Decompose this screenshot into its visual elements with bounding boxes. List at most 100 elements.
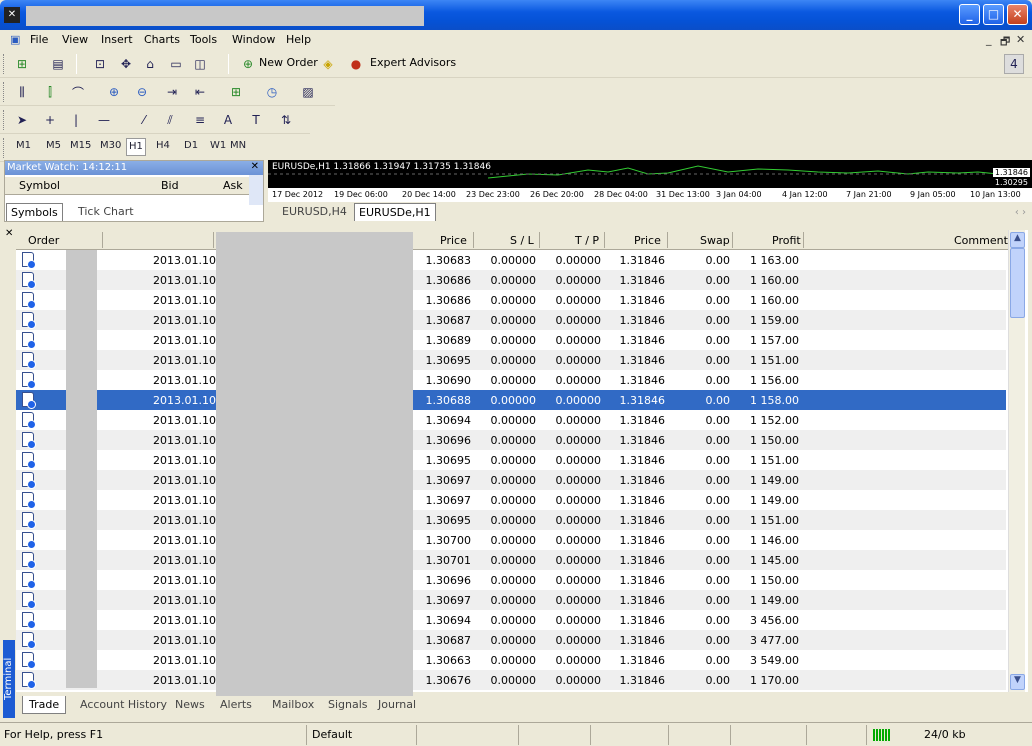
tab-trade[interactable]: Trade bbox=[22, 696, 67, 714]
line-chart-icon[interactable]: ⌒ bbox=[68, 82, 88, 102]
expert-advisors-icon[interactable]: ● bbox=[346, 54, 366, 74]
table-row[interactable]: 2013.01.10 1.30696 0.00000 0.00000 1.31846 0.… bbox=[16, 430, 1006, 450]
app-icon[interactable]: ✕ bbox=[4, 7, 20, 23]
text-tool-icon[interactable]: A bbox=[218, 110, 238, 130]
data-window-icon[interactable]: ✥ bbox=[116, 54, 136, 74]
col-ask[interactable]: Ask bbox=[223, 179, 243, 192]
tab-symbols[interactable]: Symbols bbox=[6, 203, 63, 221]
strategy-tester-icon[interactable]: ◫ bbox=[190, 54, 210, 74]
expert-advisors-button[interactable]: Expert Advisors bbox=[370, 56, 456, 69]
cursor-icon[interactable]: ➤ bbox=[12, 110, 32, 130]
timeframe-h1[interactable]: H1 bbox=[126, 138, 146, 156]
menu-view[interactable]: View bbox=[62, 33, 88, 46]
table-row[interactable]: 2013.01.10 1.30697 0.00000 0.00000 1.31846 0.… bbox=[16, 590, 1006, 610]
table-row[interactable]: 2013.01.10 1.30683 0.00000 0.00000 1.31846 0.… bbox=[16, 250, 1006, 270]
crosshair-icon[interactable]: + bbox=[40, 110, 60, 130]
indicators-icon[interactable]: ⊞ bbox=[226, 82, 246, 102]
profiles-icon[interactable]: ▤ bbox=[48, 54, 68, 74]
table-row[interactable]: 2013.01.10 1.30696 0.00000 0.00000 1.31846 0.… bbox=[16, 570, 1006, 590]
col-profit[interactable]: Profit bbox=[772, 234, 801, 247]
tab-chart-eurusde-h1[interactable]: EURUSDe,H1 bbox=[354, 203, 436, 221]
menu-window[interactable]: Window bbox=[232, 33, 275, 46]
navigator-icon[interactable]: ⌂ bbox=[140, 54, 160, 74]
timeframe-m15[interactable]: M15 bbox=[70, 140, 91, 151]
new-order-icon[interactable]: ⊕ bbox=[238, 54, 258, 74]
menu-charts[interactable]: Charts bbox=[144, 33, 180, 46]
menu-insert[interactable]: Insert bbox=[101, 33, 133, 46]
tab-news[interactable]: News bbox=[175, 698, 205, 711]
notification-badge-icon[interactable]: 4 bbox=[1004, 54, 1024, 74]
table-row[interactable]: 2013.01.10 1.30694 0.00000 0.00000 1.31846 0.… bbox=[16, 610, 1006, 630]
zoom-in-icon[interactable]: ⊕ bbox=[104, 82, 124, 102]
tab-chart-eurusd-h4[interactable]: EURUSD,H4 bbox=[278, 203, 351, 221]
table-row[interactable]: 2013.01.10 1.30695 0.00000 0.00000 1.31846 0.… bbox=[16, 510, 1006, 530]
equidistant-channel-icon[interactable]: ⫽ bbox=[160, 110, 180, 130]
table-row[interactable]: 2013.01.10 1.30697 0.00000 0.00000 1.31846 0.… bbox=[16, 470, 1006, 490]
col-current-price[interactable]: Price bbox=[634, 234, 661, 247]
table-row[interactable]: 2013.01.10 1.30701 0.00000 0.00000 1.31846 0.… bbox=[16, 550, 1006, 570]
timeframe-w1[interactable]: W1 bbox=[210, 140, 226, 151]
table-row[interactable]: 2013.01.10 1.30663 0.00000 0.00000 1.31846 0.… bbox=[16, 650, 1006, 670]
table-row[interactable]: 2013.01.10 1.30695 0.00000 0.00000 1.31846 0.… bbox=[16, 450, 1006, 470]
tab-journal[interactable]: Journal bbox=[378, 698, 416, 711]
market-watch-icon[interactable]: ⊡ bbox=[90, 54, 110, 74]
templates-icon[interactable]: ▨ bbox=[298, 82, 318, 102]
candlesticks-icon[interactable]: ⫿ bbox=[40, 82, 60, 102]
table-row[interactable]: 2013.01.10 1.30687 0.00000 0.00000 1.31846 0.… bbox=[16, 630, 1006, 650]
table-row[interactable]: 2013.01.10 1.30690 0.00000 0.00000 1.31846 0.… bbox=[16, 370, 1006, 390]
trade-table-scrollbar[interactable]: ▲ ▼ bbox=[1008, 230, 1025, 692]
menu-tools[interactable]: Tools bbox=[190, 33, 217, 46]
col-bid[interactable]: Bid bbox=[161, 179, 179, 192]
terminal-icon[interactable]: ▭ bbox=[166, 54, 186, 74]
arrows-icon[interactable]: ⇅ bbox=[276, 110, 296, 130]
terminal-close-icon[interactable]: ✕ bbox=[5, 228, 13, 239]
new-chart-icon[interactable]: ⊞ bbox=[12, 54, 32, 74]
table-row[interactable]: 2013.01.10 1.30697 0.00000 0.00000 1.31846 0.… bbox=[16, 490, 1006, 510]
col-price[interactable]: Price bbox=[440, 234, 467, 247]
scroll-thumb[interactable] bbox=[1010, 248, 1025, 318]
col-sl[interactable]: S / L bbox=[510, 234, 534, 247]
maximize-button[interactable]: □ bbox=[983, 4, 1004, 25]
text-label-icon[interactable]: T bbox=[246, 110, 266, 130]
table-row[interactable]: 2013.01.10 1.30695 0.00000 0.00000 1.31846 0.… bbox=[16, 350, 1006, 370]
mdi-icon[interactable]: ▣ bbox=[10, 33, 20, 46]
table-row[interactable]: 2013.01.10 1.30676 0.00000 0.00000 1.31846 0.… bbox=[16, 670, 1006, 690]
col-swap[interactable]: Swap bbox=[700, 234, 730, 247]
timeframe-mn[interactable]: MN bbox=[230, 140, 246, 151]
zoom-out-icon[interactable]: ⊖ bbox=[132, 82, 152, 102]
col-symbol[interactable]: Symbol bbox=[19, 179, 60, 192]
mdi-minimize-icon[interactable]: _ bbox=[986, 33, 992, 46]
timeframe-d1[interactable]: D1 bbox=[184, 140, 198, 151]
tab-account-history[interactable]: Account History bbox=[80, 698, 167, 711]
auto-scroll-icon[interactable]: ⇥ bbox=[162, 82, 182, 102]
scroll-up-icon[interactable]: ▲ bbox=[1010, 232, 1025, 248]
menu-file[interactable]: File bbox=[30, 33, 48, 46]
trendline-icon[interactable]: ⁄ bbox=[134, 110, 154, 130]
table-row[interactable]: 2013.01.10 1.30700 0.00000 0.00000 1.31846 0.… bbox=[16, 530, 1006, 550]
chart-shift-icon[interactable]: ⇤ bbox=[190, 82, 210, 102]
table-row[interactable]: 2013.01.10 1.30689 0.00000 0.00000 1.31846 0.… bbox=[16, 330, 1006, 350]
tab-tick-chart[interactable]: Tick Chart bbox=[74, 203, 138, 221]
tab-alerts[interactable]: Alerts bbox=[220, 698, 252, 711]
minimize-button[interactable]: _ bbox=[959, 4, 980, 25]
periods-icon[interactable]: ◷ bbox=[262, 82, 282, 102]
mdi-close-icon[interactable]: ✕ bbox=[1016, 33, 1025, 46]
col-tp[interactable]: T / P bbox=[575, 234, 599, 247]
table-row[interactable]: 2013.01.10 1.30694 0.00000 0.00000 1.31846 0.… bbox=[16, 410, 1006, 430]
new-order-button[interactable]: New Order bbox=[259, 56, 318, 69]
menu-help[interactable]: Help bbox=[286, 33, 311, 46]
timeframe-h4[interactable]: H4 bbox=[156, 140, 170, 151]
close-button[interactable]: ✕ bbox=[1007, 4, 1028, 25]
timeframe-m30[interactable]: M30 bbox=[100, 140, 121, 151]
timeframe-m1[interactable]: M1 bbox=[16, 140, 31, 151]
table-row[interactable]: 2013.01.10 1.30686 0.00000 0.00000 1.31846 0.… bbox=[16, 290, 1006, 310]
table-row[interactable]: 2013.01.10 1.30688 0.00000 0.00000 1.31846 0.… bbox=[16, 390, 1006, 410]
col-order[interactable]: Order bbox=[28, 234, 59, 247]
scroll-down-icon[interactable]: ▼ bbox=[1010, 674, 1025, 690]
timeframe-m5[interactable]: M5 bbox=[46, 140, 61, 151]
market-watch-close-icon[interactable]: ✕ bbox=[251, 161, 259, 172]
table-row[interactable]: 2013.01.10 1.30686 0.00000 0.00000 1.31846 0.… bbox=[16, 270, 1006, 290]
col-comment[interactable]: Comment bbox=[954, 234, 1008, 247]
market-watch-scrollbar[interactable] bbox=[249, 175, 263, 205]
horizontal-line-icon[interactable]: — bbox=[94, 110, 114, 130]
